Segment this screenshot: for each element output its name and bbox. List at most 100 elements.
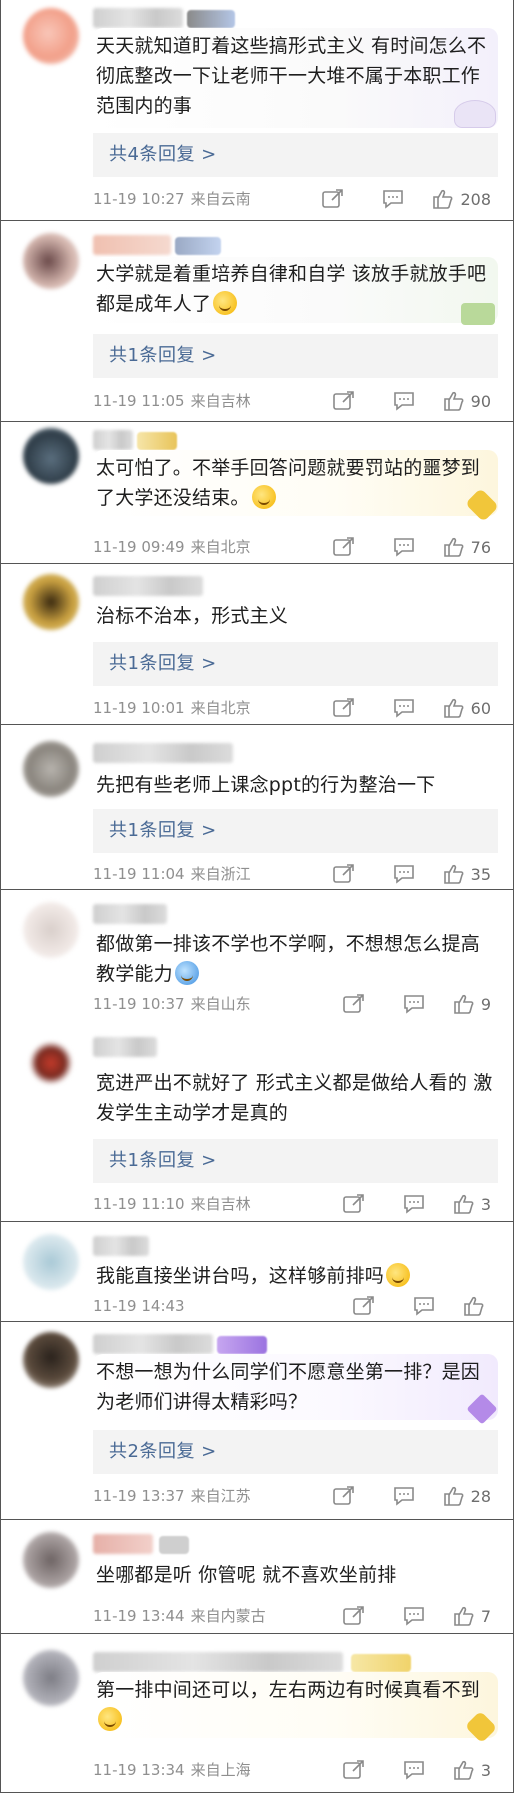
avatar[interactable] bbox=[23, 8, 79, 64]
location: 来自吉林 bbox=[190, 1195, 251, 1213]
user-badge bbox=[175, 237, 221, 255]
action-bar: 7 bbox=[343, 1605, 491, 1627]
comment-meta: 11-19 10:37 来自山东 bbox=[93, 994, 251, 1014]
thumbs-up-icon bbox=[443, 537, 464, 557]
comment-icon[interactable] bbox=[393, 391, 415, 411]
laugh-cry-emoji-icon bbox=[98, 1707, 122, 1731]
timestamp: 11-19 10:27 bbox=[93, 190, 185, 208]
comment-icon[interactable] bbox=[393, 698, 415, 718]
avatar[interactable] bbox=[23, 1234, 79, 1290]
username-blurred[interactable] bbox=[93, 1652, 343, 1672]
username-blurred[interactable] bbox=[93, 1236, 149, 1256]
sweat-smile-emoji-icon bbox=[213, 291, 238, 315]
avatar[interactable] bbox=[23, 1650, 79, 1706]
like-button[interactable]: 28 bbox=[443, 1486, 491, 1506]
avatar[interactable] bbox=[29, 1041, 73, 1085]
username-blurred[interactable] bbox=[93, 8, 183, 28]
comment-card: 我能直接坐讲台吗，这样够前排吗 11-19 14:43 bbox=[0, 1221, 514, 1323]
thumbs-up-icon bbox=[433, 189, 453, 209]
comment-icon[interactable] bbox=[403, 1760, 425, 1780]
blush-emoji-icon bbox=[386, 1263, 411, 1287]
action-bar: 208 bbox=[322, 188, 491, 210]
share-icon[interactable] bbox=[322, 189, 344, 209]
share-icon[interactable] bbox=[332, 1486, 355, 1506]
username-blurred[interactable] bbox=[93, 1037, 157, 1057]
like-button[interactable]: 3 bbox=[453, 1194, 491, 1214]
view-replies-button[interactable]: 共1条回复 > bbox=[93, 809, 498, 853]
like-count: 208 bbox=[460, 189, 491, 209]
username-blurred[interactable] bbox=[93, 430, 133, 450]
like-button[interactable]: 35 bbox=[443, 864, 491, 884]
like-button[interactable] bbox=[463, 1296, 491, 1316]
view-replies-button[interactable]: 共1条回复 > bbox=[93, 334, 498, 378]
share-icon[interactable] bbox=[332, 864, 355, 884]
comment-meta: 11-19 13:34 来自上海 bbox=[93, 1760, 251, 1780]
thumbs-up-icon bbox=[454, 1760, 474, 1780]
avatar[interactable] bbox=[23, 233, 79, 289]
avatar[interactable] bbox=[23, 741, 79, 797]
comment-icon[interactable] bbox=[413, 1296, 435, 1316]
username-blurred[interactable] bbox=[93, 576, 203, 596]
username-blurred[interactable] bbox=[93, 235, 171, 255]
like-button[interactable]: 90 bbox=[443, 391, 491, 411]
share-icon[interactable] bbox=[343, 994, 365, 1014]
share-icon[interactable] bbox=[332, 391, 355, 411]
timestamp: 11-19 10:37 bbox=[93, 995, 185, 1013]
like-button[interactable]: 208 bbox=[432, 189, 491, 209]
comment-icon[interactable] bbox=[382, 189, 404, 209]
action-bar: 60 bbox=[332, 697, 491, 719]
username-blurred[interactable] bbox=[93, 1334, 213, 1354]
comment-icon[interactable] bbox=[393, 864, 415, 884]
action-bar: 9 bbox=[343, 993, 491, 1015]
comment-card: 不想一想为什么同学们不愿意坐第一排？是因为老师们讲得太精彩吗？ 共2条回复 > … bbox=[0, 1321, 514, 1521]
avatar[interactable] bbox=[23, 574, 79, 630]
comment-text: 太可怕了。不举手回答问题就要罚站的噩梦到了大学还没结束。 bbox=[96, 457, 481, 509]
like-count: 7 bbox=[480, 1606, 491, 1626]
comment-card: 太可怕了。不举手回答问题就要罚站的噩梦到了大学还没结束。 11-19 09:49… bbox=[0, 421, 514, 565]
avatar[interactable] bbox=[23, 902, 79, 958]
comment-text: 治标不治本，形式主义 bbox=[96, 605, 289, 627]
comment-card: 先把有些老师上课念ppt的行为整治一下 共1条回复 > 11-19 11:04 来… bbox=[0, 724, 514, 891]
money-sticker-icon bbox=[461, 303, 495, 325]
share-icon[interactable] bbox=[332, 537, 355, 557]
thumbs-up-icon bbox=[454, 1194, 474, 1214]
like-button[interactable]: 76 bbox=[443, 537, 491, 557]
comment-meta: 11-19 10:27 来自云南 bbox=[93, 189, 251, 209]
cat-sticker-icon bbox=[454, 100, 496, 128]
username-blurred[interactable] bbox=[93, 1534, 153, 1554]
comment-icon[interactable] bbox=[393, 537, 415, 557]
username-blurred[interactable] bbox=[93, 743, 233, 763]
comment-icon[interactable] bbox=[403, 994, 425, 1014]
share-icon[interactable] bbox=[343, 1194, 365, 1214]
share-icon[interactable] bbox=[343, 1606, 365, 1626]
comment-meta: 11-19 11:10 来自吉林 bbox=[93, 1194, 251, 1214]
like-button[interactable]: 3 bbox=[453, 1760, 491, 1780]
action-bar: 90 bbox=[332, 390, 491, 412]
location: 来自江苏 bbox=[190, 1487, 251, 1505]
like-button[interactable]: 7 bbox=[453, 1606, 491, 1626]
avatar[interactable] bbox=[23, 1332, 79, 1388]
view-replies-button[interactable]: 共4条回复 > bbox=[93, 133, 498, 177]
view-replies-button[interactable]: 共1条回复 > bbox=[93, 1139, 498, 1183]
view-replies-button[interactable]: 共2条回复 > bbox=[93, 1430, 498, 1474]
comment-meta: 11-19 11:04 来自浙江 bbox=[93, 864, 251, 884]
comment-icon[interactable] bbox=[403, 1194, 425, 1214]
location: 来自山东 bbox=[190, 995, 251, 1013]
comment-text: 第一排中间还可以，左右两边有时候真看不到 bbox=[96, 1675, 496, 1735]
comment-card: 治标不治本，形式主义 共1条回复 > 11-19 10:01 来自北京 60 bbox=[0, 563, 514, 726]
comment-meta: 11-19 11:05 来自吉林 bbox=[93, 391, 251, 411]
avatar[interactable] bbox=[23, 428, 79, 484]
username-blurred[interactable] bbox=[93, 904, 167, 924]
comment-icon[interactable] bbox=[393, 1486, 415, 1506]
share-icon[interactable] bbox=[343, 1760, 365, 1780]
comment-icon[interactable] bbox=[403, 1606, 425, 1626]
view-replies-button[interactable]: 共1条回复 > bbox=[93, 642, 498, 686]
comment-meta: 11-19 10:01 来自北京 bbox=[93, 698, 251, 718]
avatar[interactable] bbox=[23, 1532, 79, 1588]
thumbs-up-icon bbox=[454, 994, 474, 1014]
like-button[interactable]: 9 bbox=[453, 994, 491, 1014]
share-icon[interactable] bbox=[332, 698, 355, 718]
like-button[interactable]: 60 bbox=[443, 698, 491, 718]
thumbs-up-icon bbox=[443, 698, 464, 718]
share-icon[interactable] bbox=[353, 1296, 375, 1316]
